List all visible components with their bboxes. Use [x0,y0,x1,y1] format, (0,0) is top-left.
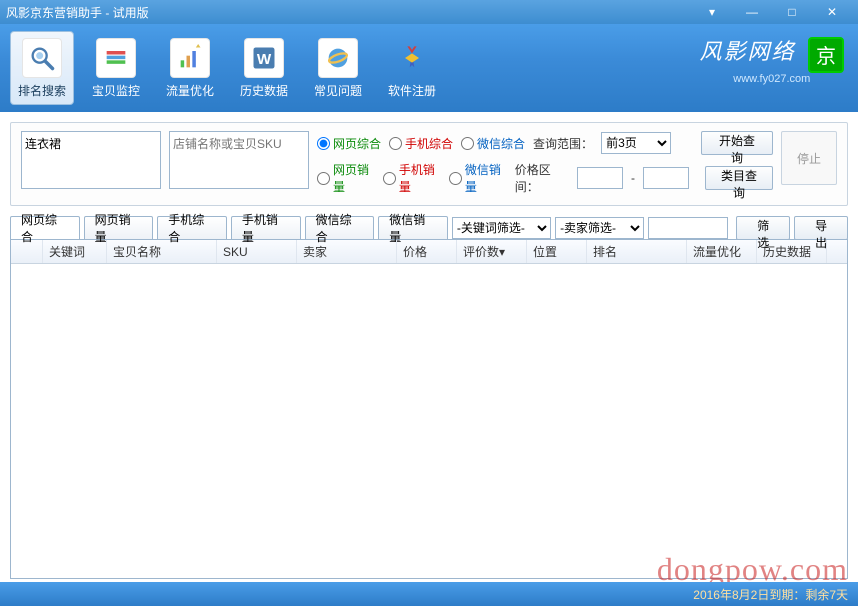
tool-label: 软件注册 [388,82,436,99]
brand-badge-icon: 京 [808,37,844,73]
window-title: 风影京东营销助手 - 试用版 [6,4,692,21]
tool-label: 宝贝监控 [92,82,140,99]
minimize-button[interactable]: — [732,2,772,22]
keyword-filter-select[interactable]: -关键词筛选- [452,217,551,239]
tool-label: 排名搜索 [18,82,66,99]
shop-sku-input[interactable] [169,131,309,189]
radio-mobile-sales[interactable]: 手机销量 [383,161,441,195]
th-history[interactable]: 历史数据 [757,240,827,263]
th-item-name[interactable]: 宝贝名称 [107,240,217,263]
radio-wechat-sales[interactable]: 微信销量 [449,161,507,195]
svg-text:W: W [257,50,272,67]
tab-wechat-comprehensive[interactable]: 微信综合 [305,216,375,240]
magnifier-icon [22,38,62,78]
radio-web-comprehensive[interactable]: 网页综合 [317,135,381,152]
tool-rank-search[interactable]: 排名搜索 [10,31,74,105]
title-bar: 风影京东营销助手 - 试用版 ▾ — □ ✕ [0,0,858,24]
results-table: 关键词 宝贝名称 SKU 卖家 价格 评价数▾ 位置 排名 流量优化 历史数据 [10,239,848,579]
medal-icon [392,38,432,78]
th-reviews[interactable]: 评价数▾ [457,240,527,263]
price-range-label: 价格区间： [515,161,569,195]
maximize-button[interactable]: □ [772,2,812,22]
radio-wechat-comprehensive[interactable]: 微信综合 [461,135,525,152]
export-button[interactable]: 导出 [794,216,848,240]
start-query-button[interactable]: 开始查询 [701,131,773,155]
tab-web-sales[interactable]: 网页销量 [84,216,154,240]
range-label: 查询范围： [533,135,593,152]
th-seller[interactable]: 卖家 [297,240,397,263]
filter-button[interactable]: 筛选 [736,216,790,240]
tabs-row: 网页综合 网页销量 手机综合 手机销量 微信综合 微信销量 -关键词筛选- -卖… [10,216,848,240]
content-area: 连衣裙 网页综合 手机综合 微信综合 查询范围： 前3页 开始查询 网页销量 手… [0,112,858,589]
radio-mobile-comprehensive[interactable]: 手机综合 [389,135,453,152]
stop-button[interactable]: 停止 [781,131,837,185]
th-sku[interactable]: SKU [217,240,297,263]
th-blank[interactable] [11,240,43,263]
tool-register[interactable]: 软件注册 [380,31,444,105]
category-query-button[interactable]: 类目查询 [705,166,773,190]
tool-faq[interactable]: 常见问题 [306,31,370,105]
status-text: 2016年8月2日到期：剩余7天 [693,586,848,603]
word-icon: W [244,38,284,78]
tool-monitor[interactable]: 宝贝监控 [84,31,148,105]
th-price[interactable]: 价格 [397,240,457,263]
brand-name: 风影网络 [700,39,796,64]
th-position[interactable]: 位置 [527,240,587,263]
keyword-input[interactable]: 连衣裙 [21,131,161,189]
th-traffic-opt[interactable]: 流量优化 [687,240,757,263]
tool-traffic[interactable]: 流量优化 [158,31,222,105]
brand-block: 风影网络 京 www.fy027.com [700,34,844,85]
tab-wechat-sales[interactable]: 微信销量 [378,216,448,240]
tab-mobile-sales[interactable]: 手机销量 [231,216,301,240]
filter-text-input[interactable] [648,217,728,239]
status-bar: 2016年8月2日到期：剩余7天 [0,582,858,606]
sort-icon: ▾ [499,245,505,259]
price-max-input[interactable] [643,167,689,189]
seller-filter-select[interactable]: -卖家筛选- [555,217,644,239]
range-select[interactable]: 前3页 [601,132,671,154]
tab-mobile-comprehensive[interactable]: 手机综合 [157,216,227,240]
tool-label: 流量优化 [166,82,214,99]
tab-web-comprehensive[interactable]: 网页综合 [10,216,80,240]
tool-label: 常见问题 [314,82,362,99]
table-header: 关键词 宝贝名称 SKU 卖家 价格 评价数▾ 位置 排名 流量优化 历史数据 [11,240,847,264]
book-icon [96,38,136,78]
radio-web-sales[interactable]: 网页销量 [317,161,375,195]
tool-history[interactable]: W 历史数据 [232,31,296,105]
tool-label: 历史数据 [240,82,288,99]
close-button[interactable]: ✕ [812,2,852,22]
dash-label: - [631,171,635,185]
filter-panel: 连衣裙 网页综合 手机综合 微信综合 查询范围： 前3页 开始查询 网页销量 手… [10,122,848,206]
th-rank[interactable]: 排名 [587,240,687,263]
th-keyword[interactable]: 关键词 [43,240,107,263]
chart-icon [170,38,210,78]
ie-icon [318,38,358,78]
ribbon-toolbar: 排名搜索 宝贝监控 流量优化 W 历史数据 常见问题 软件注册 风影网络 京 w… [0,24,858,112]
dropdown-button[interactable]: ▾ [692,2,732,22]
price-min-input[interactable] [577,167,623,189]
